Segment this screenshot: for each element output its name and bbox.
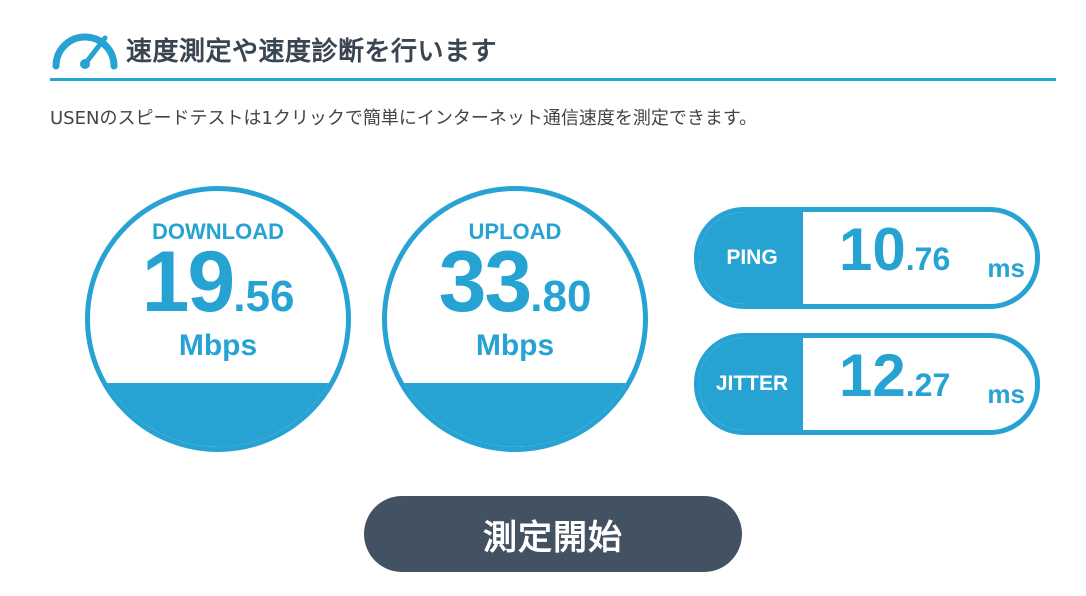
download-unit: Mbps bbox=[178, 329, 258, 362]
download-gauge-fill bbox=[90, 383, 346, 447]
jitter-panel: JITTER 12.27 ms bbox=[694, 333, 1040, 435]
page-header: 速度測定や速度診断を行います bbox=[50, 22, 1056, 82]
download-value-int: 19 bbox=[141, 234, 236, 330]
ping-value: 10.76 bbox=[839, 220, 950, 280]
download-value-dec: .56 bbox=[233, 272, 295, 321]
header-divider bbox=[50, 78, 1056, 81]
upload-value: 33.80 bbox=[387, 239, 643, 325]
ping-unit: ms bbox=[987, 253, 1025, 283]
upload-gauge-fill bbox=[387, 383, 643, 447]
ping-value-int: 10 bbox=[839, 216, 906, 283]
jitter-value-int: 12 bbox=[839, 342, 906, 409]
jitter-label: JITTER bbox=[699, 338, 803, 430]
jitter-value: 12.27 bbox=[839, 346, 950, 406]
ping-value-dec: .76 bbox=[905, 241, 951, 277]
download-gauge: DOWNLOAD 19.56 Mbps bbox=[85, 186, 351, 452]
start-measurement-button[interactable]: 測定開始 bbox=[364, 496, 742, 572]
upload-unit: Mbps bbox=[475, 329, 555, 362]
upload-gauge: UPLOAD 33.80 Mbps bbox=[382, 186, 648, 452]
ping-panel: PING 10.76 ms bbox=[694, 207, 1040, 309]
ping-label: PING bbox=[699, 212, 803, 304]
upload-value-dec: .80 bbox=[530, 272, 592, 321]
page-title: 速度測定や速度診断を行います bbox=[126, 37, 498, 67]
speedometer-icon bbox=[52, 33, 118, 70]
upload-value-int: 33 bbox=[438, 234, 533, 330]
jitter-value-dec: .27 bbox=[905, 367, 951, 403]
description-text: USENのスピードテストは1クリックで簡単にインターネット通信速度を測定できます… bbox=[50, 108, 758, 129]
download-value: 19.56 bbox=[90, 239, 346, 325]
jitter-unit: ms bbox=[987, 379, 1025, 409]
